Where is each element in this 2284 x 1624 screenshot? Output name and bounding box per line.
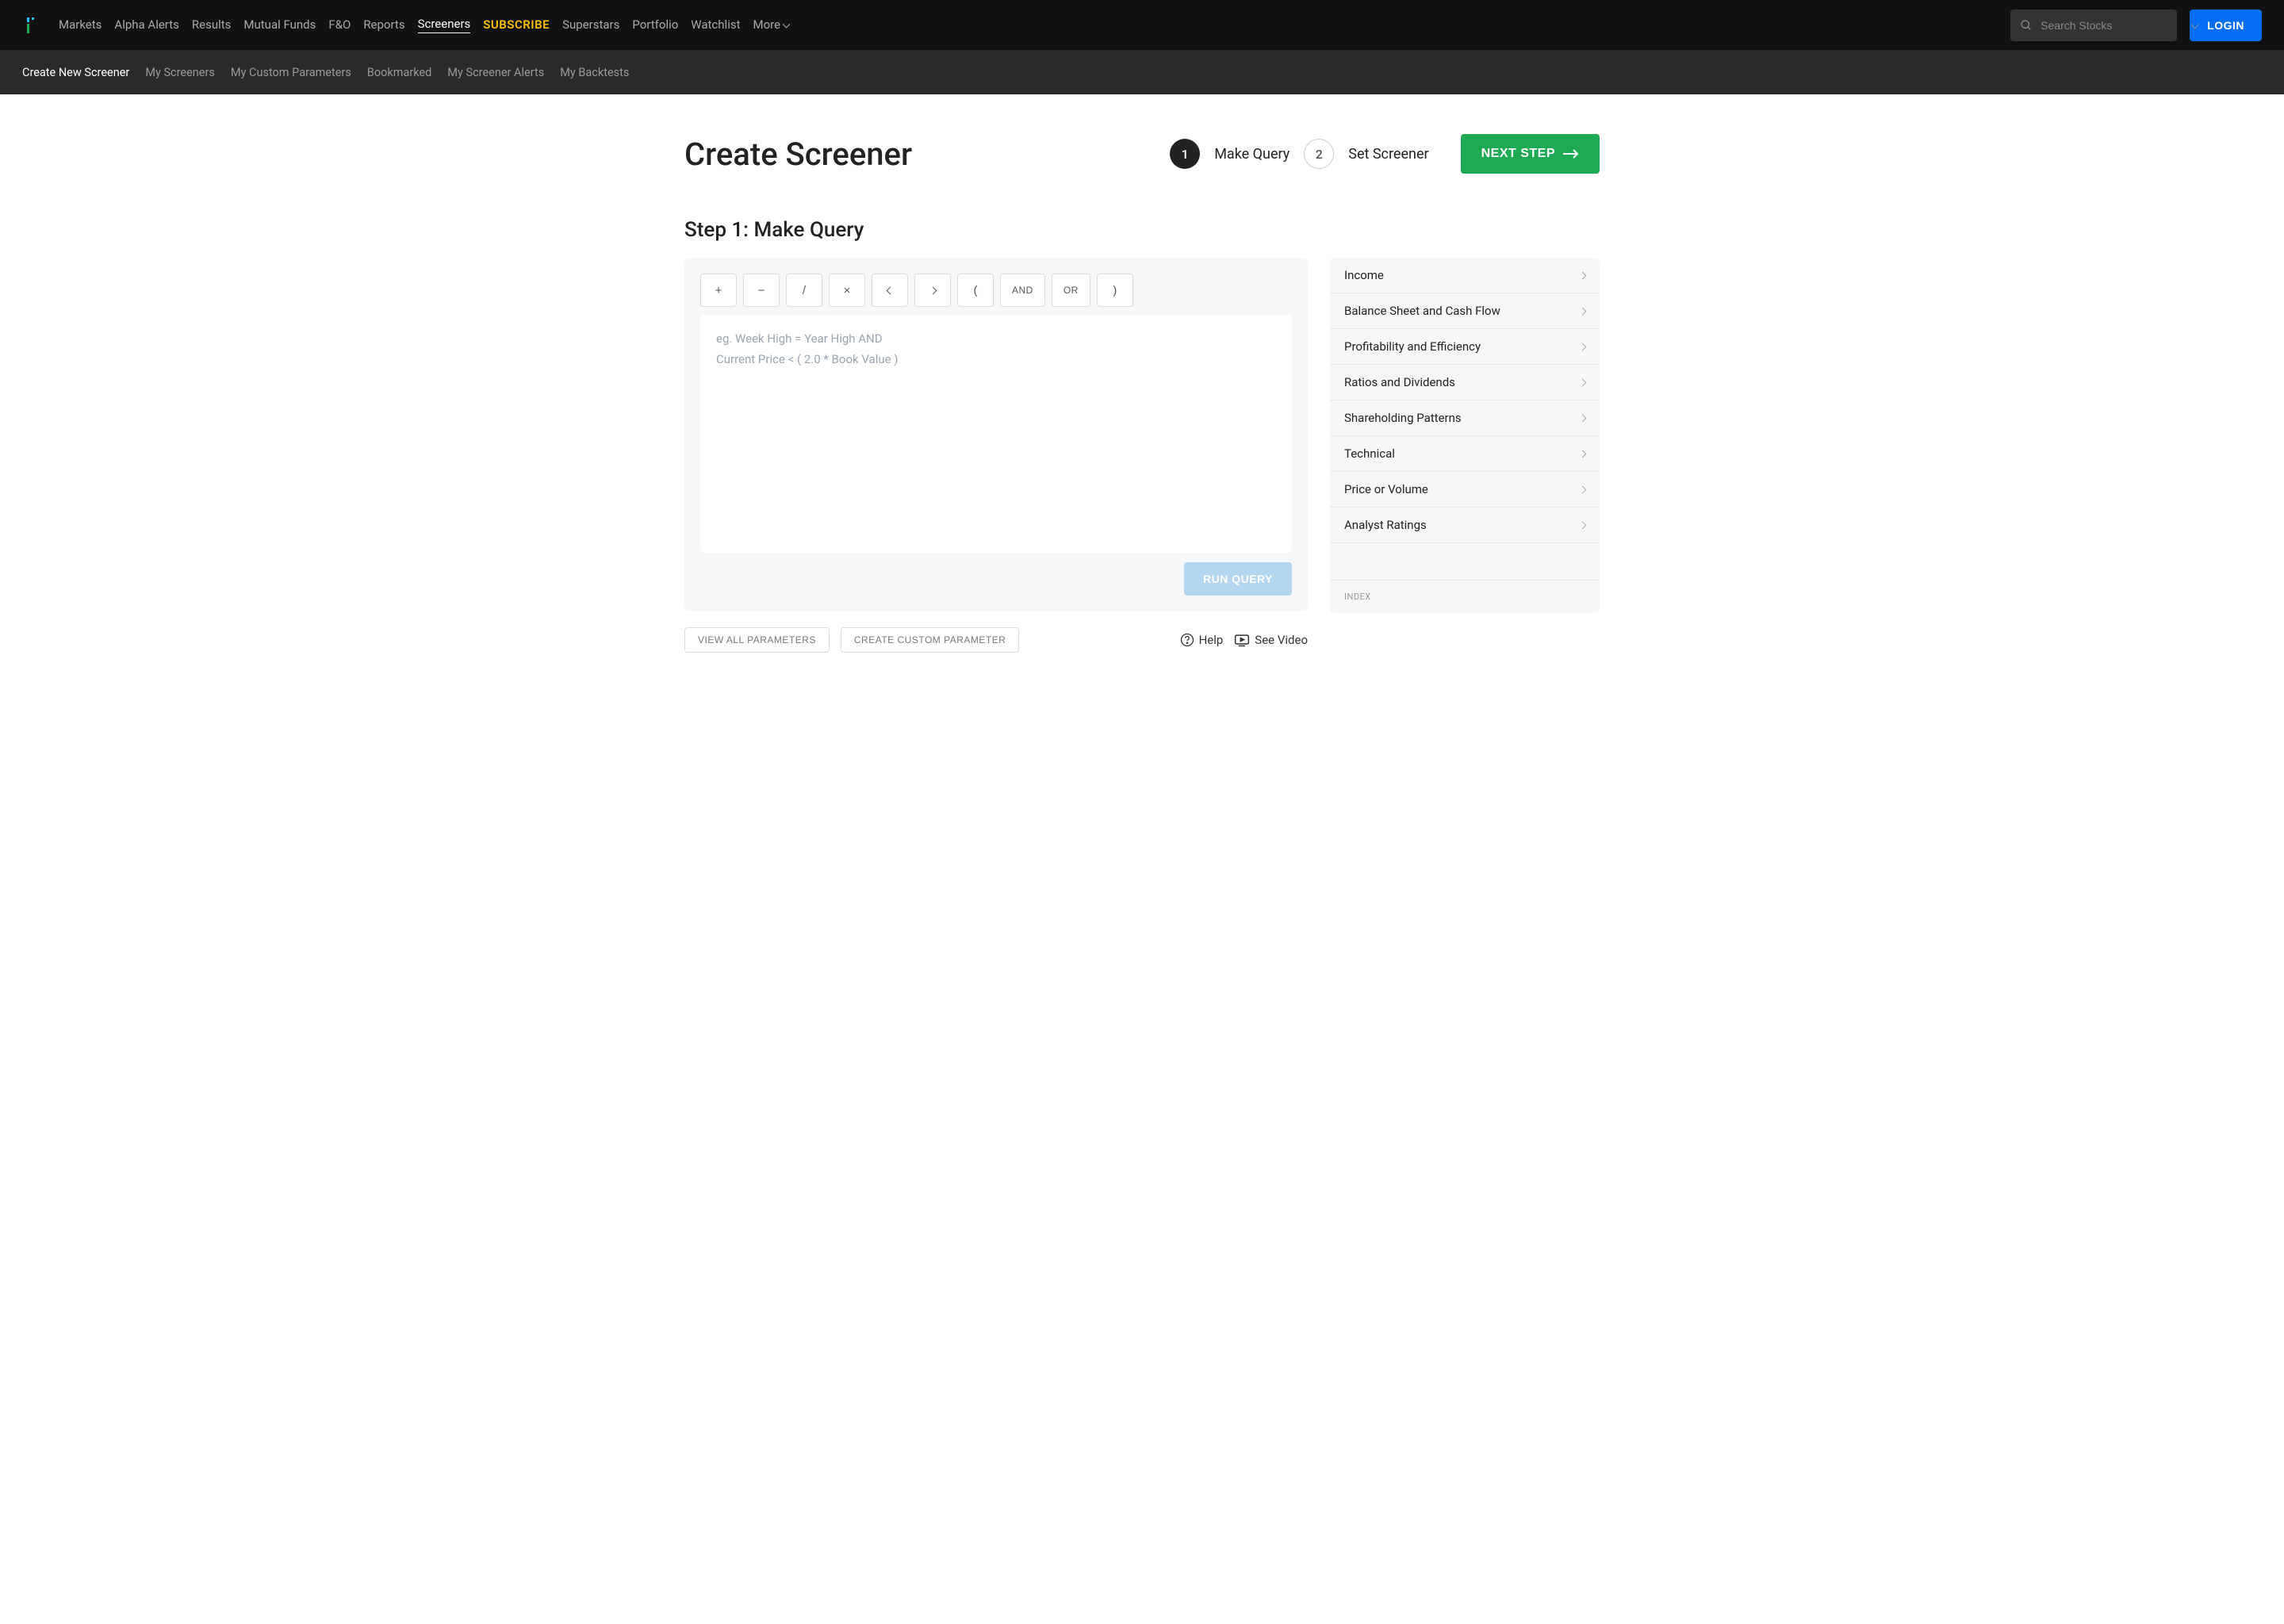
- subnav-create-new-screener[interactable]: Create New Screener: [22, 66, 129, 79]
- bottom-row: VIEW ALL PARAMETERS CREATE CUSTOM PARAME…: [684, 627, 1308, 653]
- create-custom-parameter-button[interactable]: CREATE CUSTOM PARAMETER: [841, 627, 1020, 653]
- subnav-my-backtests[interactable]: My Backtests: [560, 66, 629, 79]
- accordion-item-technical[interactable]: Technical: [1330, 436, 1600, 472]
- nav-subscribe[interactable]: SUBSCRIBE: [483, 17, 550, 33]
- nav-results[interactable]: Results: [192, 17, 232, 33]
- nav-reports[interactable]: Reports: [363, 17, 404, 33]
- nav-f-o[interactable]: F&O: [328, 17, 351, 33]
- accordion-item-income[interactable]: Income: [1330, 258, 1600, 293]
- search-input[interactable]: [2041, 19, 2184, 32]
- subnav-my-screeners[interactable]: My Screeners: [145, 66, 215, 79]
- step-label-1: Make Query: [1214, 146, 1290, 163]
- top-nav: Markets Alpha Alerts Results Mutual Funds F&…: [0, 0, 2284, 50]
- accordion-item-label: Income: [1344, 268, 1384, 282]
- nav-watchlist[interactable]: Watchlist: [691, 17, 740, 33]
- see-video-label: See Video: [1255, 633, 1308, 647]
- chevron-right-icon: [1579, 414, 1587, 422]
- accordion-item-analyst-ratings[interactable]: Analyst Ratings: [1330, 508, 1600, 543]
- operator-or-button[interactable]: OR: [1052, 274, 1090, 307]
- nav-screeners[interactable]: Screeners: [418, 17, 471, 33]
- operator--button[interactable]: [872, 274, 908, 307]
- parameter-accordion: Income Balance Sheet and Cash Flow Profita…: [1330, 258, 1600, 613]
- chevron-right-icon: [1579, 271, 1587, 279]
- header-row: Create Screener 1 Make Query 2 Set Screener…: [684, 134, 1600, 174]
- sub-nav: Create New Screener My Screeners My Custom…: [0, 50, 2284, 94]
- search-icon: [2020, 19, 2033, 32]
- run-query-button[interactable]: RUN QUERY: [1184, 562, 1292, 596]
- right-column: Income Balance Sheet and Cash Flow Profita…: [1330, 258, 1600, 613]
- next-step-label: NEXT STEP: [1481, 147, 1555, 161]
- main-container: Create Screener 1 Make Query 2 Set Screener…: [646, 94, 1638, 692]
- chevron-right-icon: [1579, 485, 1587, 493]
- operator--button[interactable]: ): [1097, 274, 1133, 307]
- operator--button[interactable]: ×: [829, 274, 865, 307]
- operator--button[interactable]: (: [957, 274, 994, 307]
- nav-markets[interactable]: Markets: [59, 17, 102, 33]
- help-link[interactable]: Help: [1180, 633, 1224, 647]
- section-title: Step 1: Make Query: [684, 218, 1600, 242]
- accordion-item-label: Ratios and Dividends: [1344, 375, 1455, 389]
- operator--button[interactable]: −: [743, 274, 780, 307]
- brand-logo: [22, 17, 38, 33]
- arrow-right-icon: [1563, 149, 1579, 159]
- accordion-item-label: Technical: [1344, 446, 1395, 461]
- nav-superstars[interactable]: Superstars: [562, 17, 619, 33]
- accordion-item-shareholding-patterns[interactable]: Shareholding Patterns: [1330, 400, 1600, 436]
- accordion-item-label: Shareholding Patterns: [1344, 411, 1462, 425]
- search-box[interactable]: [2010, 10, 2177, 41]
- operator--button[interactable]: [914, 274, 951, 307]
- accordion-item-price-or-volume[interactable]: Price or Volume: [1330, 472, 1600, 508]
- query-textarea[interactable]: eg. Week High = Year High AND Current Pr…: [700, 315, 1292, 553]
- chevron-right-icon: [1579, 521, 1587, 529]
- accordion-item-label: Balance Sheet and Cash Flow: [1344, 304, 1500, 318]
- chevron-right-icon: [1579, 378, 1587, 386]
- run-row: RUN QUERY: [700, 562, 1292, 596]
- subnav-bookmarked[interactable]: Bookmarked: [367, 66, 432, 79]
- chevron-right-icon: [1579, 343, 1587, 350]
- layout: +−/× (ANDOR) eg. Week High = Year High AN…: [684, 258, 1600, 653]
- operator--button[interactable]: +: [700, 274, 737, 307]
- nav-more[interactable]: More: [753, 17, 790, 33]
- accordion-item-label: Analyst Ratings: [1344, 518, 1427, 532]
- video-icon: [1234, 633, 1250, 647]
- login-button[interactable]: LOGIN: [2190, 10, 2262, 41]
- query-panel: +−/× (ANDOR) eg. Week High = Year High AN…: [684, 258, 1308, 611]
- accordion-item-balance-sheet-and-cash-flow[interactable]: Balance Sheet and Cash Flow: [1330, 293, 1600, 329]
- help-icon: [1180, 633, 1194, 647]
- left-column: +−/× (ANDOR) eg. Week High = Year High AN…: [684, 258, 1308, 653]
- nav-portfolio[interactable]: Portfolio: [632, 17, 678, 33]
- accordion-footer: INDEX: [1330, 580, 1600, 613]
- page-title: Create Screener: [684, 136, 1170, 173]
- step-badge-2[interactable]: 2: [1304, 139, 1334, 169]
- accordion-item-label: Price or Volume: [1344, 482, 1428, 496]
- see-video-link[interactable]: See Video: [1234, 633, 1308, 647]
- step-badge-1[interactable]: 1: [1170, 139, 1200, 169]
- chevron-down-icon: [783, 21, 791, 29]
- accordion-item-ratios-and-dividends[interactable]: Ratios and Dividends: [1330, 365, 1600, 400]
- nav-alpha-alerts[interactable]: Alpha Alerts: [114, 17, 178, 33]
- subnav-my-screener-alerts[interactable]: My Screener Alerts: [447, 66, 544, 79]
- accordion-item-label: Profitability and Efficiency: [1344, 339, 1481, 354]
- help-label: Help: [1199, 633, 1224, 647]
- wizard-steps: 1 Make Query 2 Set Screener: [1170, 139, 1428, 169]
- top-nav-links: Markets Alpha Alerts Results Mutual Funds F&…: [59, 17, 1998, 33]
- operator--button[interactable]: /: [786, 274, 822, 307]
- view-all-parameters-button[interactable]: VIEW ALL PARAMETERS: [684, 627, 830, 653]
- step-label-2: Set Screener: [1348, 146, 1428, 163]
- chevron-right-icon: [1579, 307, 1587, 315]
- operator-row: +−/× (ANDOR): [700, 274, 1292, 307]
- accordion-item-profitability-and-efficiency[interactable]: Profitability and Efficiency: [1330, 329, 1600, 365]
- chevron-right-icon: [1579, 450, 1587, 458]
- operator-and-button[interactable]: AND: [1000, 274, 1045, 307]
- nav-mutual-funds[interactable]: Mutual Funds: [243, 17, 316, 33]
- subnav-my-custom-parameters[interactable]: My Custom Parameters: [231, 66, 351, 79]
- next-step-button[interactable]: NEXT STEP: [1461, 134, 1600, 174]
